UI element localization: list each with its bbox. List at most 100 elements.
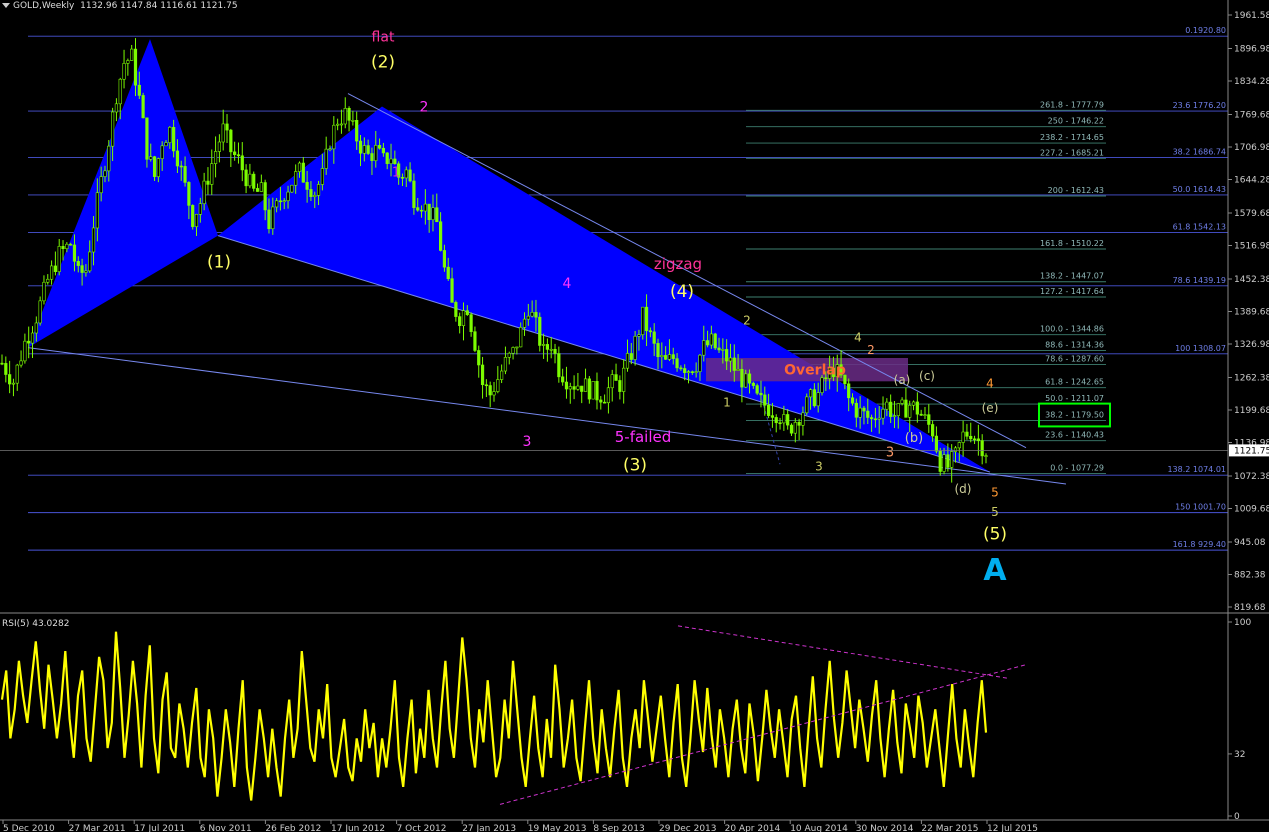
candle-body <box>965 431 969 437</box>
candle-body <box>366 145 370 154</box>
gold-weekly-chart: 0.1920.80 23.6 1776.20 38.2 1686.74 50.0 16… <box>0 0 1269 832</box>
candle-body <box>797 422 801 426</box>
wave-label: flat <box>372 30 395 46</box>
dropdown-triangle-icon[interactable] <box>2 3 10 8</box>
candle-body <box>648 330 652 333</box>
candle-body <box>419 209 424 212</box>
candle-body <box>244 169 248 187</box>
candle-body <box>343 108 347 125</box>
wave-label: zigzag <box>654 255 702 273</box>
candle-body <box>263 182 267 211</box>
wave-label: 5 <box>991 485 999 499</box>
wave-label: 2 <box>743 313 751 327</box>
candle-body <box>461 310 466 327</box>
candle-body <box>515 346 519 349</box>
candle-body <box>431 207 435 221</box>
candle-body <box>541 344 546 346</box>
candle-body <box>606 387 611 404</box>
fib-label-mid: 61.8 - 1242.65 <box>1045 378 1104 387</box>
candle-body <box>213 151 218 164</box>
candle-body <box>869 417 874 420</box>
candle-body <box>377 145 382 149</box>
candle-body <box>15 364 19 384</box>
candle-body <box>564 381 569 390</box>
candle-body <box>332 124 336 150</box>
price-tick-label: 1326.98 <box>1234 340 1269 350</box>
candle-body <box>641 306 645 335</box>
candle-body <box>698 354 702 372</box>
candle-body <box>137 84 141 96</box>
candle-body <box>236 154 241 157</box>
fib-label-mid: 127.2 - 1417.64 <box>1040 287 1104 296</box>
candle-body <box>740 368 744 388</box>
candle-body <box>972 438 977 441</box>
candle-body <box>313 195 317 197</box>
candle-body <box>469 314 473 332</box>
price-tick-label: 1389.68 <box>1234 307 1269 317</box>
candle-body <box>4 363 8 375</box>
fib-label-mid: 100.0 - 1344.86 <box>1040 325 1104 334</box>
candle-body <box>370 153 374 161</box>
time-label: 26 Feb 2012 <box>265 824 321 832</box>
candle-body <box>439 221 443 251</box>
time-label: 29 Dec 2013 <box>659 824 717 832</box>
wave-label: 5-failed <box>615 428 672 446</box>
candle-body <box>118 78 122 105</box>
fib-label-right: 0.1920.80 <box>1185 26 1226 35</box>
candle-body <box>252 173 256 189</box>
candle-body <box>686 371 691 373</box>
candle-body <box>130 48 134 61</box>
price-tick-label: 1644.28 <box>1234 175 1269 185</box>
candle-body <box>57 246 61 272</box>
wave-label: 4 <box>986 377 994 391</box>
wave-label: 3 <box>815 459 823 473</box>
candle-body <box>938 450 942 472</box>
candle-body <box>160 145 164 159</box>
candle-body <box>507 352 511 358</box>
candle-body <box>271 206 275 230</box>
candle-body <box>183 166 187 183</box>
candle-body <box>816 392 820 407</box>
candle-body <box>11 382 16 385</box>
wave-label: 1 <box>723 396 731 410</box>
rsi-tick-label: 0 <box>1234 812 1240 822</box>
candle-body <box>221 123 225 143</box>
candle-body <box>198 203 202 215</box>
fib-label-mid: 50.0 - 1211.07 <box>1045 394 1104 403</box>
candle-body <box>583 378 588 392</box>
candle-body <box>88 251 92 272</box>
time-label: 7 Oct 2012 <box>397 824 447 832</box>
chart-header: GOLD,Weekly 1132.96 1147.84 1116.61 1121… <box>2 1 238 11</box>
candle-body <box>400 177 405 179</box>
candle-body <box>553 348 557 354</box>
wave-label: A <box>983 553 1007 588</box>
candle-body <box>194 213 199 227</box>
candle-body <box>721 349 725 351</box>
fib-label-right: 78.6 1439.19 <box>1173 276 1226 285</box>
candle-body <box>473 331 477 351</box>
candle-body <box>770 415 775 418</box>
fib-label-right: 23.6 1776.20 <box>1173 101 1226 110</box>
wave-label: 3 <box>523 434 532 450</box>
candle-body <box>229 129 233 153</box>
candle-body <box>984 455 988 457</box>
candle-body <box>637 334 641 337</box>
price-tick-label: 1896.98 <box>1234 44 1269 54</box>
wave-label: (d) <box>955 482 972 496</box>
wave-label: (2) <box>371 53 395 73</box>
candle-body <box>458 316 462 327</box>
candle-body <box>111 111 115 147</box>
candle-body <box>656 343 660 358</box>
candle-body <box>679 367 683 370</box>
time-label: 27 Jan 2013 <box>462 824 516 832</box>
candle-body <box>0 362 4 365</box>
candle-body <box>339 123 344 126</box>
price-tick-label: 1072.38 <box>1234 472 1269 482</box>
candle-body <box>652 331 656 344</box>
candle-body <box>191 205 195 227</box>
candle-body <box>622 367 626 392</box>
price-tick-label: 1579.68 <box>1234 209 1269 219</box>
candle-body <box>667 354 672 360</box>
candle-body <box>847 383 851 399</box>
price-tick-label: 882.38 <box>1234 570 1266 580</box>
